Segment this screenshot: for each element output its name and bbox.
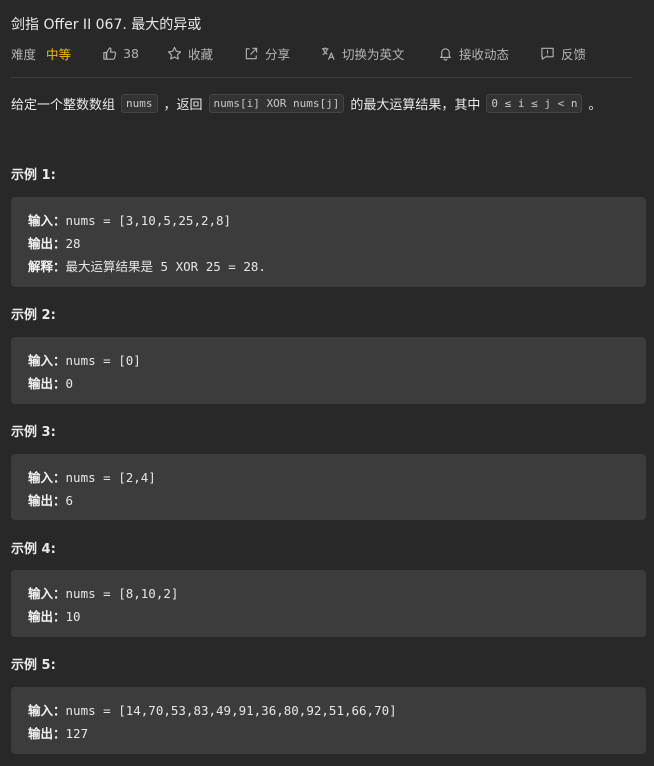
difficulty-value: 中等 (46, 46, 72, 62)
bell-icon (440, 47, 451, 61)
example-output: 输出：0 (28, 373, 73, 392)
example-5-box: 输入：nums = [14,70,53,83,49,91,36,80,92,51… (11, 687, 646, 754)
input-key: 输入： (28, 353, 66, 368)
example-output: 输出：127 (28, 723, 88, 742)
input-key: 输入： (28, 703, 66, 718)
example-output: 输出：6 (28, 490, 73, 509)
input-key: 输入： (28, 586, 66, 601)
share-button[interactable]: 分享 (244, 44, 290, 62)
example-2-label: 示例 2: (11, 308, 56, 323)
input-value: nums = [3,10,5,25,2,8] (65, 213, 232, 228)
like-count: 38 (123, 45, 139, 61)
example-input: 输入：nums = [0] (28, 350, 141, 369)
example-4-label: 示例 4: (11, 542, 56, 557)
feedback-label: 反馈 (561, 46, 587, 62)
output-key: 输出： (28, 236, 66, 251)
example-input: 输入：nums = [2,4] (28, 467, 156, 486)
problem-description: 给定一个整数数组 nums ，返回 nums[i] XOR nums[j] 的最… (11, 94, 602, 113)
input-key: 输入： (28, 213, 66, 228)
example-input: 输入：nums = [3,10,5,25,2,8] (28, 210, 231, 229)
example-output: 输出：28 (28, 233, 81, 252)
inline-code-constraint: 0 ≤ i ≤ j < n (486, 94, 583, 113)
desc-text-2: ，返回 (163, 98, 203, 113)
input-key: 输入： (28, 470, 66, 485)
desc-text-1: 给定一个整数数组 (11, 98, 116, 113)
example-explanation: 解释：最大运算结果是 5 XOR 25 = 28. (28, 256, 266, 275)
example-1-box: 输入：nums = [3,10,5,25,2,8] 输出：28 解释：最大运算结… (11, 197, 646, 287)
like-button[interactable]: 38 (102, 44, 139, 62)
favorite-button[interactable]: 收藏 (167, 44, 213, 62)
translate-label: 切换为英文 (342, 46, 405, 62)
example-3-label: 示例 3: (11, 425, 56, 440)
favorite-label: 收藏 (188, 46, 214, 62)
feedback-icon (541, 47, 554, 60)
inline-code-xor: nums[i] XOR nums[j] (208, 94, 345, 113)
example-4-box: 输入：nums = [8,10,2] 输出：10 (11, 570, 646, 637)
share-icon (245, 47, 258, 59)
inline-code-nums: nums (121, 94, 158, 113)
divider (11, 77, 632, 78)
input-value: nums = [14,70,53,83,49,91,36,80,92,51,66… (65, 703, 397, 718)
input-value: nums = [8,10,2] (65, 586, 179, 601)
input-value: nums = [2,4] (65, 470, 156, 485)
example-input: 输入：nums = [14,70,53,83,49,91,36,80,92,51… (28, 700, 397, 719)
output-key: 输出： (28, 493, 66, 508)
difficulty-label: 难度 (11, 46, 37, 62)
subscribe-button[interactable]: 接收动态 (438, 44, 509, 62)
feedback-button[interactable]: 反馈 (540, 44, 586, 62)
output-value: 28 (65, 236, 81, 251)
output-key: 输出： (28, 609, 66, 624)
example-2-box: 输入：nums = [0] 输出：0 (11, 337, 646, 404)
example-output: 输出：10 (28, 606, 81, 625)
output-key: 输出： (28, 376, 66, 391)
output-value: 6 (65, 493, 74, 508)
output-value: 0 (65, 376, 74, 391)
example-input: 输入：nums = [8,10,2] (28, 583, 178, 602)
star-icon (167, 46, 182, 60)
input-value: nums = [0] (65, 353, 141, 368)
example-5-label: 示例 5: (11, 658, 56, 673)
output-value: 127 (65, 726, 89, 741)
translate-button[interactable]: 切换为英文 (320, 44, 405, 62)
desc-text-4: 。 (588, 98, 602, 113)
example-3-box: 输入：nums = [2,4] 输出：6 (11, 454, 646, 520)
problem-title: 剑指 Offer II 067. 最大的异或 (11, 17, 202, 33)
thumb-up-icon (103, 46, 117, 60)
output-key: 输出： (28, 726, 66, 741)
share-label: 分享 (265, 46, 291, 62)
subscribe-label: 接收动态 (459, 46, 510, 62)
desc-text-3: 的最大运算结果，其中 (350, 98, 481, 113)
example-1-label: 示例 1: (11, 168, 56, 183)
translate-icon (321, 46, 335, 60)
output-value: 10 (65, 609, 81, 624)
explain-key: 解释： (28, 259, 66, 274)
difficulty: 难度 中等 (11, 44, 71, 62)
explain-value: 最大运算结果是 5 XOR 25 = 28. (65, 259, 266, 274)
